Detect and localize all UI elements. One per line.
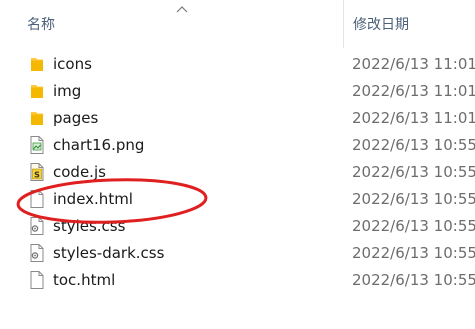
file-name: index.html [53, 190, 133, 208]
column-divider[interactable] [343, 0, 344, 48]
file-name: chart16.png [53, 136, 145, 154]
file-date: 2022/6/13 11:01 [352, 109, 475, 127]
file-row-index-html[interactable]: index.html 2022/6/13 10:55 [0, 185, 475, 212]
sort-ascending-icon[interactable] [176, 5, 188, 13]
file-row-code-js[interactable]: S code.js 2022/6/13 10:55 [0, 158, 475, 185]
file-date: 2022/6/13 10:55 [352, 136, 475, 154]
folder-icon [31, 85, 43, 98]
svg-text:S: S [34, 170, 40, 179]
png-file-icon [30, 136, 44, 154]
css-file-icon [30, 244, 44, 262]
column-header-modified[interactable]: 修改日期 [353, 15, 409, 35]
js-file-icon: S [30, 163, 44, 181]
file-date: 2022/6/13 10:55 [352, 271, 475, 289]
file-row-img[interactable]: img 2022/6/13 11:01 [0, 77, 475, 104]
file-date: 2022/6/13 11:01 [352, 55, 475, 73]
file-date: 2022/6/13 10:55 [352, 163, 475, 181]
file-row-styles-css[interactable]: styles.css 2022/6/13 10:55 [0, 212, 475, 239]
file-name: styles.css [53, 217, 126, 235]
file-name: pages [53, 109, 99, 127]
file-row-toc-html[interactable]: toc.html 2022/6/13 10:55 [0, 266, 475, 293]
file-name: styles-dark.css [53, 244, 165, 262]
file-row-chart16-png[interactable]: chart16.png 2022/6/13 10:55 [0, 131, 475, 158]
file-list: icons 2022/6/13 11:01 img 2022/6/13 11:0… [0, 50, 475, 293]
file-name: icons [53, 55, 92, 73]
file-name: img [53, 82, 82, 100]
file-row-icons[interactable]: icons 2022/6/13 11:01 [0, 50, 475, 77]
html-file-icon [30, 271, 44, 289]
column-header-name[interactable]: 名称 [27, 15, 55, 35]
file-name: toc.html [53, 271, 116, 289]
file-date: 2022/6/13 10:55 [352, 190, 475, 208]
column-header-bar: 名称 修改日期 [0, 0, 475, 48]
file-date: 2022/6/13 10:55 [352, 217, 475, 235]
folder-icon [31, 58, 43, 71]
css-file-icon [30, 217, 44, 235]
file-date: 2022/6/13 10:55 [352, 244, 475, 262]
folder-icon [31, 112, 43, 125]
file-date: 2022/6/13 11:01 [352, 82, 475, 100]
file-name: code.js [53, 163, 106, 181]
file-row-styles-dark-css[interactable]: styles-dark.css 2022/6/13 10:55 [0, 239, 475, 266]
html-file-icon [30, 190, 44, 208]
file-row-pages[interactable]: pages 2022/6/13 11:01 [0, 104, 475, 131]
